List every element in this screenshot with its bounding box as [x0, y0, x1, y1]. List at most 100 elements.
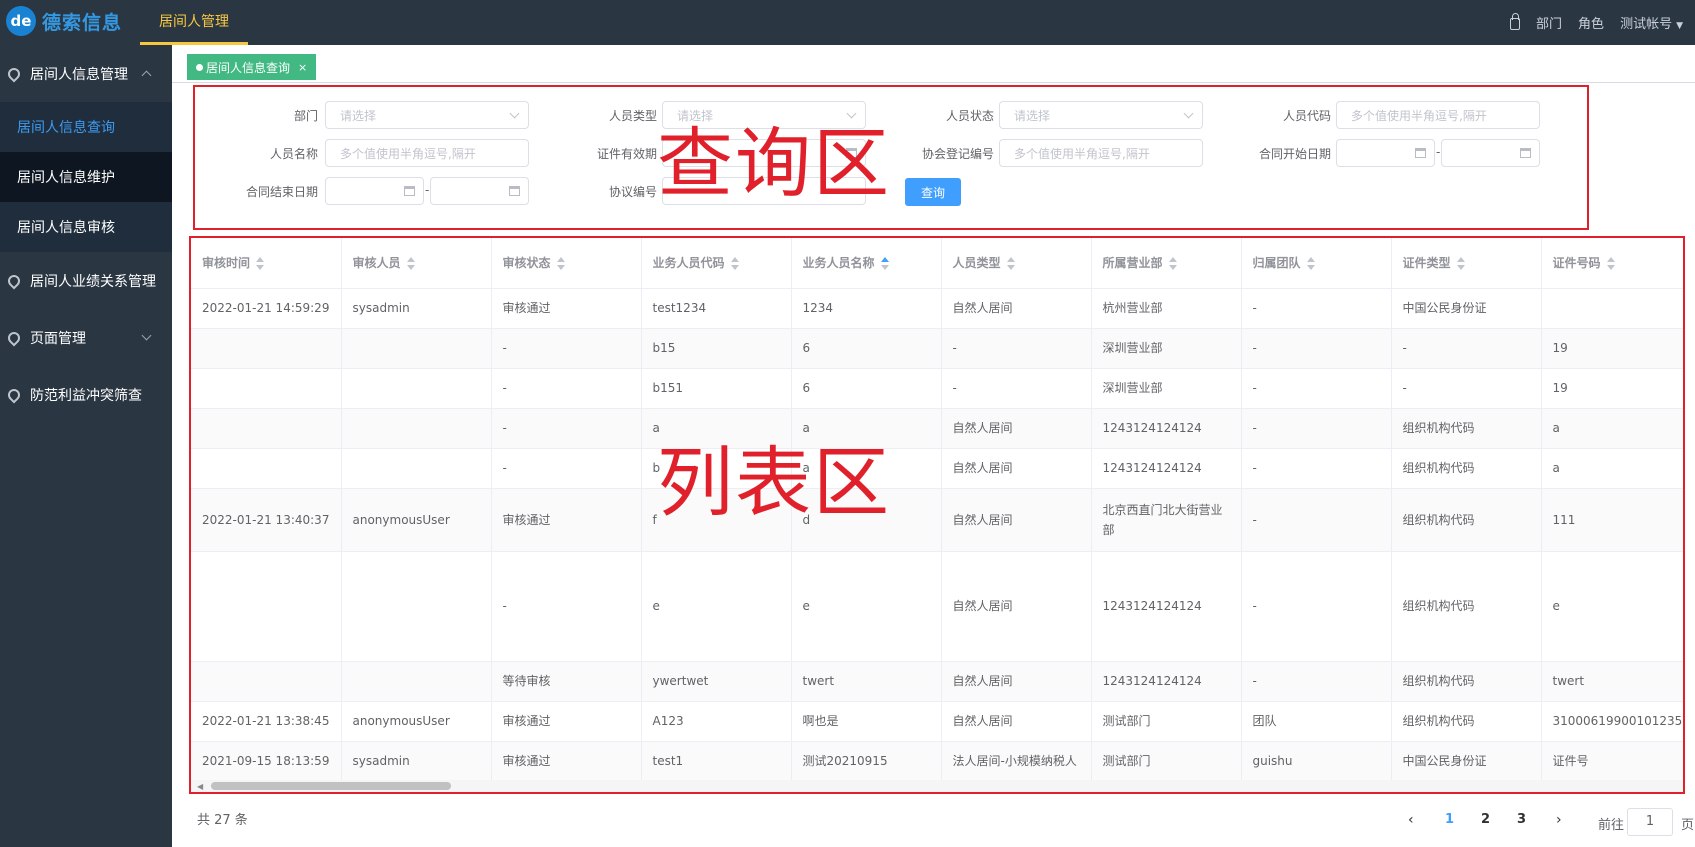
- sort-icon[interactable]: [730, 256, 740, 271]
- table-row[interactable]: - a a 自然人居间 1243124124124- 组织机构代码 a: [191, 408, 1683, 449]
- person-name-label: 人员名称: [269, 147, 318, 161]
- sidebar-item-broker-review[interactable]: 居间人信息审核: [0, 202, 172, 252]
- sidebar-group-broker-info[interactable]: 居间人信息管理: [0, 45, 172, 102]
- logo[interactable]: de 德索信息: [6, 6, 122, 36]
- prev-page-button[interactable]: ‹: [1408, 812, 1414, 828]
- tabs-bar: 居间人信息查询 ×: [172, 45, 1695, 83]
- table-cell: a: [1541, 408, 1683, 449]
- dept-link[interactable]: 部门: [1536, 13, 1562, 32]
- range-dash: -: [425, 183, 430, 197]
- table-cell: guishu: [1241, 741, 1392, 782]
- table-cell: [191, 551, 342, 662]
- table-cell: -: [1391, 368, 1542, 409]
- page-2[interactable]: 2: [1481, 812, 1490, 827]
- query-button[interactable]: 查询: [905, 178, 961, 206]
- col-header-review-status[interactable]: 审核状态: [491, 238, 642, 289]
- sort-icon[interactable]: [406, 256, 416, 271]
- table-cell: 2021-09-15 18:13:59: [191, 741, 342, 782]
- account-menu[interactable]: 测试帐号 ▼: [1620, 13, 1683, 32]
- top-nav-tab-broker-management[interactable]: 居间人管理: [140, 0, 248, 45]
- caret-down-icon: ▼: [1676, 21, 1683, 31]
- dept-label: 部门: [293, 109, 318, 123]
- review-table: 审核时间 审核人员 审核状态 业务人员代码 业务人员名称 人员类型 所属营业部 …: [191, 238, 1683, 782]
- sidebar: 居间人信息管理 居间人信息查询 居间人信息维护 居间人信息审核 居间人业绩关系管…: [0, 45, 172, 847]
- person-status-label: 人员状态: [945, 109, 994, 123]
- contract-start-from[interactable]: [1336, 139, 1435, 167]
- table-row[interactable]: 2022-01-21 14:59:29 sysadmin 审核通过 test1234 1…: [191, 288, 1683, 329]
- table-cell: [341, 328, 492, 369]
- close-icon[interactable]: ×: [298, 61, 307, 74]
- col-header-review-time[interactable]: 审核时间: [191, 238, 342, 289]
- table-row[interactable]: - b151 6- 深圳营业部 - -19: [191, 368, 1683, 409]
- table-cell: 自然人居间: [941, 288, 1092, 329]
- col-header-cert-type[interactable]: 证件类型: [1391, 238, 1542, 289]
- person-name-placeholder: 多个值使用半角逗号,隔开: [340, 146, 476, 161]
- next-page-button[interactable]: ›: [1556, 812, 1562, 828]
- col-header-person-type[interactable]: 人员类型: [941, 238, 1092, 289]
- scrollbar-thumb[interactable]: [211, 782, 451, 790]
- person-name-input[interactable]: 多个值使用半角逗号,隔开: [325, 139, 529, 167]
- tab-label: 居间人信息查询: [206, 60, 291, 75]
- sort-icon[interactable]: [1168, 256, 1178, 271]
- scroll-left-icon[interactable]: ◀: [197, 782, 203, 791]
- table-cell: 测试部门: [1091, 741, 1242, 782]
- sort-icon[interactable]: [1456, 256, 1466, 271]
- table-row[interactable]: 等待审核 ywertwet twert 自然人居间 1243124124124- 组织机构…: [191, 661, 1683, 702]
- table-cell: -: [1241, 408, 1392, 449]
- sidebar-group-conflict-screening[interactable]: 防范利益冲突筛查: [0, 366, 172, 423]
- table-cell: 组织机构代码: [1391, 488, 1542, 552]
- horizontal-scrollbar[interactable]: ◀: [191, 780, 1683, 792]
- tab-broker-query[interactable]: 居间人信息查询 ×: [187, 54, 317, 80]
- sidebar-group-performance[interactable]: 居间人业绩关系管理: [0, 252, 172, 309]
- sort-icon[interactable]: [255, 256, 265, 271]
- table-cell: e: [641, 551, 792, 662]
- sort-icon[interactable]: [1606, 256, 1616, 271]
- page-1[interactable]: 1: [1445, 812, 1454, 827]
- page-3[interactable]: 3: [1517, 812, 1526, 827]
- top-right-menu: 部门 角色 测试帐号 ▼: [1510, 0, 1683, 45]
- table-row[interactable]: - b a 自然人居间 1243124124124- 组织机构代码 a: [191, 448, 1683, 489]
- role-link[interactable]: 角色: [1578, 13, 1604, 32]
- col-header-cert-no[interactable]: 证件号码: [1541, 238, 1683, 289]
- col-header-staff-code[interactable]: 业务人员代码: [641, 238, 792, 289]
- table-cell: [341, 551, 492, 662]
- table-cell: 2022-01-21 13:40:37: [191, 488, 342, 552]
- table-row[interactable]: 2022-01-21 13:40:37 anonymousUser 审核通过 f d 自然…: [191, 488, 1683, 552]
- sort-asc-icon[interactable]: [880, 256, 890, 271]
- table-row[interactable]: - b15 6- 深圳营业部 - -19: [191, 328, 1683, 369]
- col-header-reviewer[interactable]: 审核人员: [341, 238, 492, 289]
- total-count: 共 27 条: [197, 813, 248, 828]
- table-cell: -: [1391, 328, 1542, 369]
- table-row[interactable]: 2021-09-15 18:13:59 sysadmin 审核通过 test1 测试20…: [191, 741, 1683, 782]
- col-header-staff-name[interactable]: 业务人员名称: [791, 238, 942, 289]
- sidebar-item-broker-query[interactable]: 居间人信息查询: [0, 102, 172, 152]
- table-cell: 自然人居间: [941, 661, 1092, 702]
- table-cell: 测试部门: [1091, 701, 1242, 742]
- sort-icon[interactable]: [1306, 256, 1316, 271]
- contract-start-to[interactable]: [1441, 139, 1540, 167]
- table-cell: e: [1541, 551, 1683, 662]
- lock-icon[interactable]: [1510, 13, 1521, 30]
- person-code-input[interactable]: 多个值使用半角逗号,隔开: [1336, 101, 1540, 129]
- goto-page-input[interactable]: 1: [1627, 808, 1673, 836]
- location-pin-icon: [5, 272, 23, 289]
- location-pin-icon: [5, 329, 23, 346]
- col-header-team[interactable]: 归属团队: [1241, 238, 1392, 289]
- table-row[interactable]: - e e 自然人居间 1243124124124- 组织机构代码 e: [191, 551, 1683, 662]
- sort-icon[interactable]: [556, 256, 566, 271]
- sidebar-item-broker-maintain[interactable]: 居间人信息维护: [0, 152, 172, 202]
- sort-icon[interactable]: [1006, 256, 1016, 271]
- col-header-branch[interactable]: 所属营业部: [1091, 238, 1242, 289]
- table-cell: -: [1241, 328, 1392, 369]
- contract-end-to[interactable]: [430, 177, 529, 205]
- person-type-label: 人员类型: [608, 109, 657, 123]
- sidebar-group-page-management[interactable]: 页面管理: [0, 309, 172, 366]
- assoc-reg-input[interactable]: 多个值使用半角逗号,隔开: [999, 139, 1203, 167]
- person-status-select[interactable]: 请选择: [999, 101, 1203, 129]
- contract-end-from[interactable]: [325, 177, 424, 205]
- table-row[interactable]: 2022-01-21 13:38:45 anonymousUser 审核通过 A123…: [191, 701, 1683, 742]
- sidebar-group-label: 页面管理: [30, 330, 86, 347]
- table-cell: 等待审核: [491, 661, 642, 702]
- table-cell: [341, 661, 492, 702]
- dept-select[interactable]: 请选择: [325, 101, 529, 129]
